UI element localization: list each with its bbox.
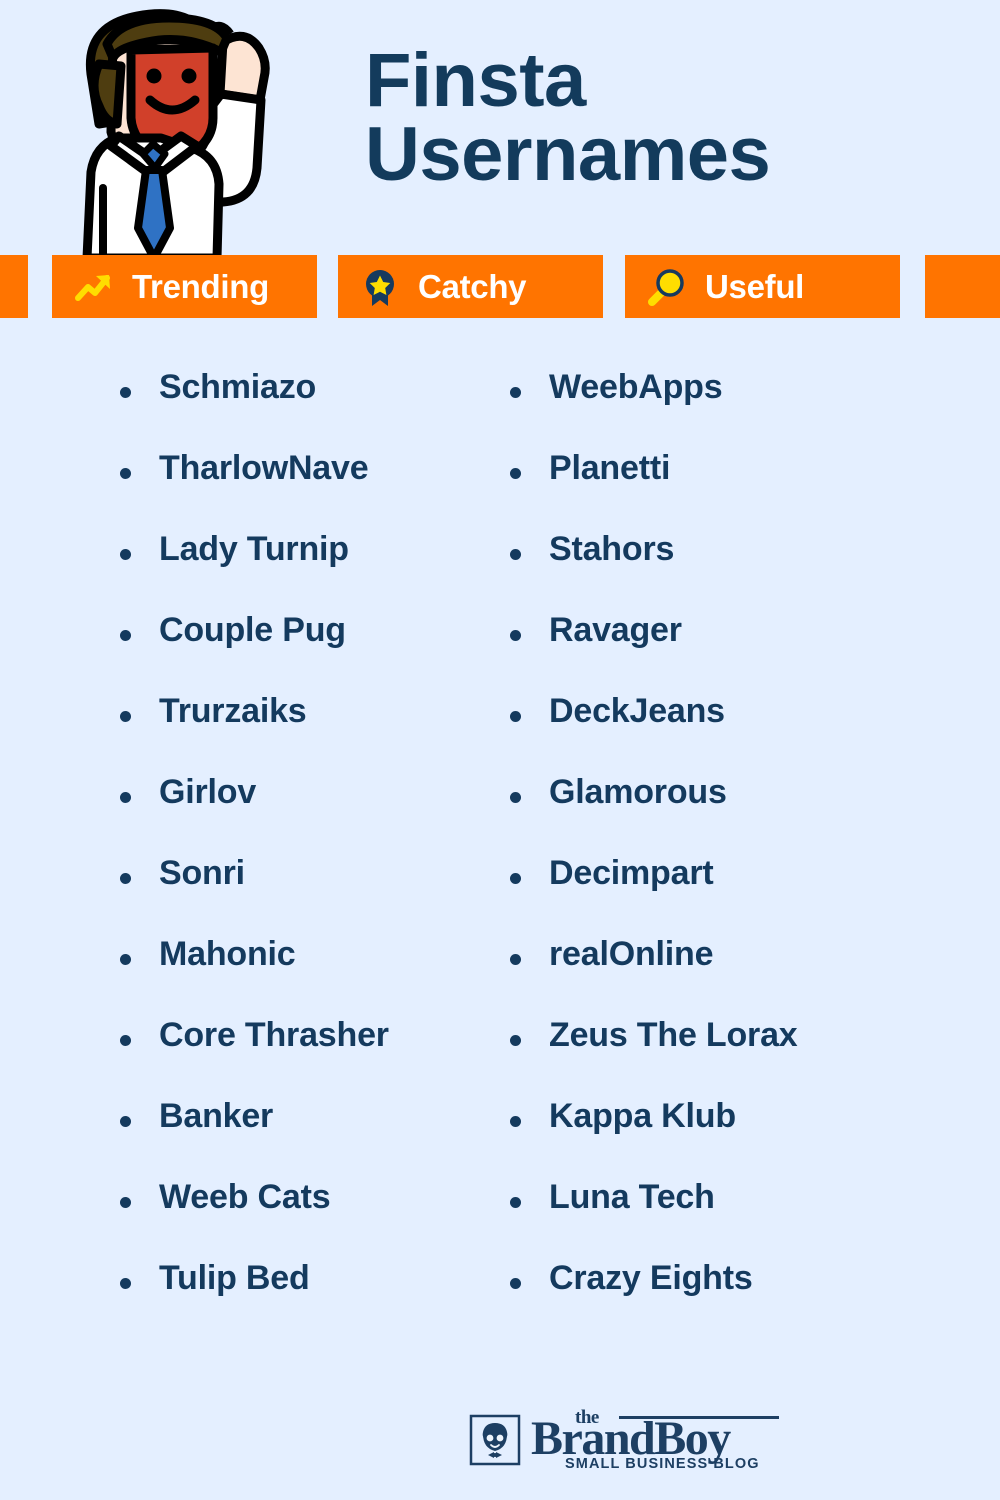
boy-face-glasses-bowtie-icon (469, 1414, 521, 1466)
list-item[interactable]: Ravager (510, 611, 900, 694)
username-lists: Schmiazo TharlowNave Lady Turnip Couple … (0, 360, 1000, 1342)
username-column-left: Schmiazo TharlowNave Lady Turnip Couple … (120, 360, 510, 1342)
badge-useful[interactable]: Useful (625, 255, 900, 318)
username-text: Core Thrasher (159, 1016, 389, 1054)
bullet-icon (120, 630, 131, 641)
list-item[interactable]: Weeb Cats (120, 1178, 510, 1261)
username-text: WeebApps (549, 368, 723, 406)
infographic-page: Finsta Usernames Trending Catchy Useful … (0, 0, 1000, 1500)
username-text: Mahonic (159, 935, 296, 973)
bullet-icon (120, 387, 131, 398)
bullet-icon (120, 792, 131, 803)
bullet-icon (510, 468, 521, 479)
bullet-icon (510, 387, 521, 398)
header: Finsta Usernames (0, 0, 1000, 263)
badge-trending[interactable]: Trending (52, 255, 317, 318)
bullet-icon (120, 954, 131, 965)
magnifying-glass-icon (647, 267, 687, 307)
bullet-icon (120, 1278, 131, 1289)
badge-catchy[interactable]: Catchy (338, 255, 603, 318)
list-item[interactable]: Kappa Klub (510, 1097, 900, 1180)
list-item[interactable]: Stahors (510, 530, 900, 613)
bullet-icon (120, 1116, 131, 1127)
list-item[interactable]: Decimpart (510, 854, 900, 937)
band-segment-left (0, 255, 28, 318)
page-title: Finsta Usernames (365, 38, 985, 198)
bullet-icon (120, 549, 131, 560)
bullet-icon (120, 711, 131, 722)
trending-arrow-icon (74, 267, 114, 307)
bullet-icon (510, 711, 521, 722)
list-item[interactable]: realOnline (510, 935, 900, 1018)
band-segment-right (925, 255, 1000, 318)
username-text: Weeb Cats (159, 1178, 331, 1216)
mascot-illustration (55, 2, 315, 263)
bullet-icon (120, 1035, 131, 1046)
list-item[interactable]: Tulip Bed (120, 1259, 510, 1342)
username-text: Crazy Eights (549, 1259, 753, 1297)
list-item[interactable]: Lady Turnip (120, 530, 510, 613)
username-text: TharlowNave (159, 449, 369, 487)
username-text: Planetti (549, 449, 671, 487)
username-text: Lady Turnip (159, 530, 349, 568)
list-item[interactable]: Trurzaiks (120, 692, 510, 775)
username-text: Couple Pug (159, 611, 346, 649)
footer: the BrandBoy SMALL BUSINESS BLOG (0, 1395, 1000, 1485)
username-text: Girlov (159, 773, 257, 811)
list-item[interactable]: DeckJeans (510, 692, 900, 775)
title-line-2: Usernames (365, 112, 771, 198)
bullet-icon (510, 630, 521, 641)
waving-businessman-mascot (82, 9, 270, 263)
username-text: realOnline (549, 935, 714, 973)
username-text: Decimpart (549, 854, 714, 892)
bullet-icon (510, 792, 521, 803)
list-item[interactable]: Couple Pug (120, 611, 510, 694)
bullet-icon (510, 873, 521, 884)
list-item[interactable]: Banker (120, 1097, 510, 1180)
username-text: Tulip Bed (159, 1259, 310, 1297)
list-item[interactable]: Glamorous (510, 773, 900, 856)
list-item[interactable]: Zeus The Lorax (510, 1016, 900, 1099)
bullet-icon (510, 549, 521, 560)
list-item[interactable]: Schmiazo (120, 368, 510, 451)
list-item[interactable]: Core Thrasher (120, 1016, 510, 1099)
badge-label-trending: Trending (132, 267, 269, 305)
badge-label-useful: Useful (705, 267, 805, 305)
list-item[interactable]: Luna Tech (510, 1178, 900, 1261)
username-text: Zeus The Lorax (549, 1016, 798, 1054)
list-item[interactable]: Mahonic (120, 935, 510, 1018)
bullet-icon (510, 1278, 521, 1289)
username-text: Banker (159, 1097, 274, 1135)
logo-tagline-text: SMALL BUSINESS BLOG (565, 1456, 760, 1472)
bullet-icon (120, 468, 131, 479)
username-text: Sonri (159, 854, 245, 892)
title-line-1: Finsta (365, 38, 586, 123)
username-text: Kappa Klub (549, 1097, 736, 1135)
username-text: Trurzaiks (159, 692, 307, 730)
list-item[interactable]: Planetti (510, 449, 900, 532)
bullet-icon (510, 1116, 521, 1127)
list-item[interactable]: TharlowNave (120, 449, 510, 532)
brandboy-logo[interactable]: the BrandBoy SMALL BUSINESS BLOG (469, 1407, 779, 1472)
bullet-icon (510, 1035, 521, 1046)
list-item[interactable]: Girlov (120, 773, 510, 856)
badge-label-catchy: Catchy (418, 267, 527, 305)
list-item[interactable]: Crazy Eights (510, 1259, 900, 1342)
bullet-icon (120, 1197, 131, 1208)
bullet-icon (510, 1197, 521, 1208)
bullet-icon (510, 954, 521, 965)
username-text: Luna Tech (549, 1178, 715, 1216)
list-item[interactable]: Sonri (120, 854, 510, 937)
bullet-icon (120, 873, 131, 884)
username-text: DeckJeans (549, 692, 725, 730)
username-text: Schmiazo (159, 368, 317, 406)
username-text: Stahors (549, 530, 675, 568)
list-item[interactable]: WeebApps (510, 368, 900, 451)
badge-band: Trending Catchy Useful (0, 255, 1000, 318)
username-column-right: WeebApps Planetti Stahors Ravager DeckJe… (510, 360, 900, 1342)
award-ribbon-star-icon (360, 267, 400, 307)
username-text: Ravager (549, 611, 682, 649)
username-text: Glamorous (549, 773, 727, 811)
